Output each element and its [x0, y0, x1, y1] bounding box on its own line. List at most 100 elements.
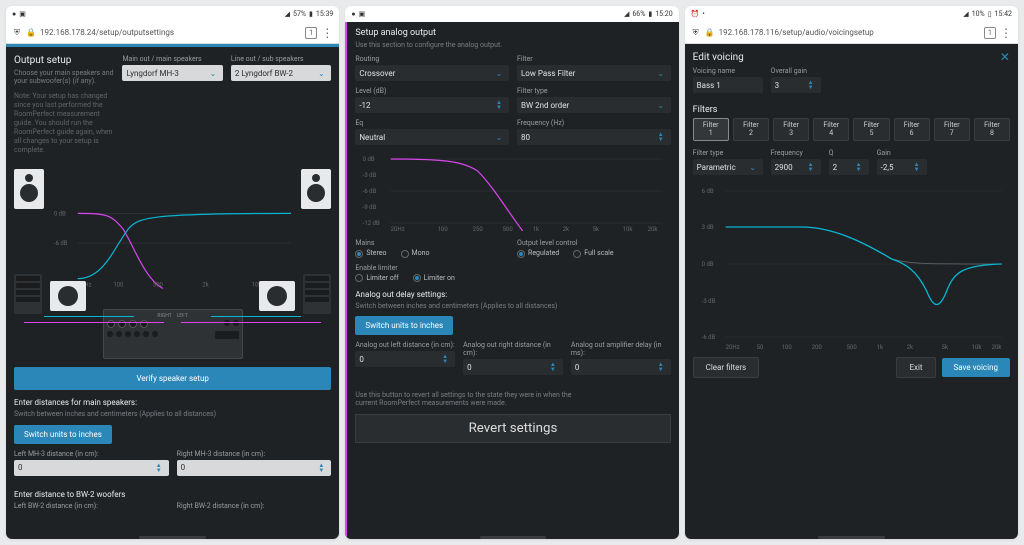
overall-gain-input[interactable]: 3 ▲▼ — [771, 77, 821, 93]
mains-stereo-radio[interactable]: Stereo — [355, 249, 386, 257]
delay-title: Analog out delay settings: — [355, 290, 670, 299]
outlevel-fullscale-radio[interactable]: Full scale — [573, 249, 613, 257]
filter-pill-3[interactable]: Filter3 — [773, 118, 809, 141]
clock-text: 15:20 — [655, 10, 672, 18]
level-input[interactable]: -12 ▲▼ — [355, 97, 509, 113]
stepper-icon[interactable]: ▲▼ — [805, 80, 817, 90]
svg-text:2k: 2k — [563, 226, 570, 231]
exit-button[interactable]: Exit — [896, 357, 935, 378]
stepper-icon[interactable]: ▲▼ — [439, 354, 451, 364]
filter-pill-7[interactable]: Filter7 — [934, 118, 970, 141]
clock-text: 15:42 — [995, 10, 1012, 18]
gain-input[interactable]: -2,5▲▼ — [877, 159, 927, 175]
left-dist-input[interactable]: 0 ▲▼ — [355, 351, 455, 367]
outlevel-regulated-radio[interactable]: Regulated — [517, 249, 559, 257]
verify-speaker-setup-button[interactable]: Verify speaker setup — [14, 367, 331, 390]
wifi-icon: ◢ — [963, 10, 968, 18]
right-dist-input[interactable]: 0▲▼ — [463, 359, 563, 375]
voicing-name-input[interactable]: Bass 1 — [693, 77, 763, 93]
eq-value: Neutral — [359, 133, 385, 142]
amp-delay-value: 0 — [575, 363, 580, 372]
filter-value: Low Pass Filter — [521, 69, 575, 78]
tab-count-badge[interactable]: 1 — [984, 27, 996, 39]
filter-pill-5[interactable]: Filter5 — [853, 118, 889, 141]
stepper-icon[interactable]: ▲▼ — [153, 463, 165, 473]
chevron-down-icon: ⌄ — [655, 99, 667, 111]
stepper-icon[interactable]: ▲▼ — [493, 100, 505, 110]
level-label: Level (dB) — [355, 87, 509, 95]
routing-value: Crossover — [359, 69, 395, 78]
filter-pill-4[interactable]: Filter4 — [813, 118, 849, 141]
stepper-icon[interactable]: ▲▼ — [853, 162, 865, 172]
roomperfect-note: Note: Your setup has changed since you l… — [14, 92, 114, 156]
level-value: -12 — [359, 101, 370, 110]
main-out-select[interactable]: Lyngdorf MH-3 ⌄ — [122, 65, 222, 81]
status-alarm-icon: ⏰ — [691, 10, 700, 18]
right-mh3-input[interactable]: 0 ▲▼ — [177, 460, 332, 476]
svg-text:3 dB: 3 dB — [701, 224, 713, 231]
stepper-icon[interactable]: ▲▼ — [315, 463, 327, 473]
freq-input[interactable]: 80 ▲▼ — [517, 129, 671, 145]
routing-select[interactable]: Crossover⌄ — [355, 65, 509, 81]
stepper-icon[interactable]: ▲▼ — [547, 362, 559, 372]
lock-icon: 🔒 — [705, 28, 715, 38]
mains-mono-radio[interactable]: Mono — [401, 249, 430, 257]
revert-settings-button[interactable]: Revert settings — [355, 414, 670, 443]
filter-pill-6[interactable]: Filter6 — [894, 118, 930, 141]
main-distances-title: Enter distances for main speakers: — [14, 398, 331, 407]
stepper-icon[interactable]: ▲▼ — [655, 132, 667, 142]
switch-units-button[interactable]: Switch units to inches — [355, 316, 453, 335]
clear-filters-button[interactable]: Clear filters — [693, 357, 760, 378]
close-icon[interactable]: ✕ — [1000, 50, 1010, 64]
home-indicator — [818, 536, 885, 539]
url-bar[interactable]: ⛨ 🔒 192.168.178.24/setup/outputsettings … — [6, 22, 339, 44]
filter-pill-1[interactable]: Filter1 — [693, 118, 729, 141]
left-mh3-label: Left MH-3 distance (in cm): — [14, 450, 169, 458]
freq-value: 80 — [521, 133, 530, 142]
kebab-icon[interactable]: ⋮ — [321, 29, 333, 37]
main-distances-sub: Switch between inches and centimeters (A… — [14, 410, 331, 418]
filter-pill-2[interactable]: Filter2 — [733, 118, 769, 141]
freq-input[interactable]: 2900▲▼ — [771, 159, 821, 175]
eq-select[interactable]: Neutral⌄ — [355, 129, 509, 145]
shield-icon: ⛨ — [691, 28, 701, 38]
svg-text:500: 500 — [846, 344, 857, 351]
left-rack-icon — [14, 274, 42, 314]
filter-type-select[interactable]: Parametric⌄ — [693, 159, 763, 175]
stepper-icon[interactable]: ▲▼ — [655, 362, 667, 372]
tab-count-badge[interactable]: 1 — [305, 27, 317, 39]
save-voicing-button[interactable]: Save voicing — [942, 358, 1010, 377]
routing-label: Routing — [355, 55, 509, 63]
amp-delay-input[interactable]: 0 ▲▼ — [571, 359, 671, 375]
limiter-off-radio[interactable]: Limiter off — [355, 274, 398, 282]
left-dist-value: 0 — [359, 355, 364, 364]
home-indicator — [139, 536, 206, 539]
filter-type-select[interactable]: BW 2nd order ⌄ — [517, 97, 671, 113]
q-input[interactable]: 2▲▼ — [829, 159, 869, 175]
freq-label: Frequency — [771, 149, 821, 157]
left-mh3-input[interactable]: 0 ▲▼ — [14, 460, 169, 476]
status-camera-icon: ▣ — [359, 10, 366, 18]
delay-sub: Switch between inches and centimeters (A… — [355, 302, 670, 310]
stepper-icon[interactable]: ▲▼ — [805, 162, 817, 172]
switch-units-button[interactable]: Switch units to inches — [14, 425, 112, 444]
overall-gain-value: 3 — [775, 81, 780, 90]
filter-pill-8[interactable]: Filter8 — [974, 118, 1010, 141]
limiter-on-radio[interactable]: Limiter on — [413, 274, 455, 282]
stepper-icon[interactable]: ▲▼ — [911, 162, 923, 172]
svg-text:10k: 10k — [971, 344, 982, 351]
wifi-icon: ◢ — [624, 10, 629, 18]
line-out-select[interactable]: 2 Lyngdorf BW-2 ⌄ — [231, 65, 331, 81]
mains-label: Mains — [355, 239, 509, 247]
kebab-icon[interactable]: ⋮ — [1000, 29, 1012, 37]
content: ✕ Edit voicing Voicing name Bass 1 Overa… — [685, 44, 1018, 539]
filter-type-value: BW 2nd order — [521, 101, 569, 110]
left-bw2-label: Left BW-2 distance (in cm): — [14, 502, 169, 510]
svg-text:10k: 10k — [623, 226, 634, 231]
filter-select[interactable]: Low Pass Filter⌄ — [517, 65, 671, 81]
left-dist-label: Analog out left distance (in cm): — [355, 341, 455, 349]
url-bar[interactable]: ⛨ 🔒 192.168.178.116/setup/audio/voicings… — [685, 22, 1018, 44]
output-setup-screen: ●▣ ◢ 57% ▮ 15:39 ⛨ 🔒 192.168.178.24/setu… — [6, 6, 339, 539]
svg-text:-6 dB: -6 dB — [54, 240, 68, 247]
page-title: Setup analog output — [355, 28, 670, 38]
